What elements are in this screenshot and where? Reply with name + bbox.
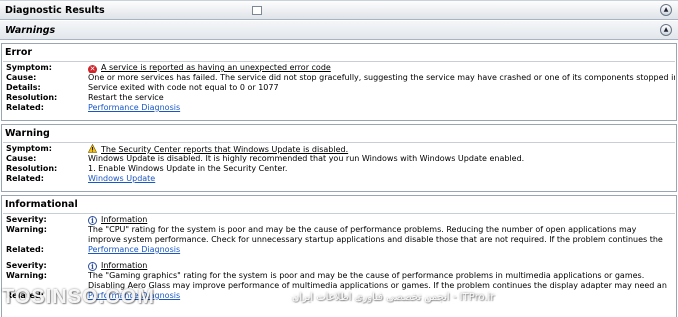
related-label: Related: [6, 245, 44, 254]
symptom-link[interactable]: The Security Center reports that Windows… [101, 145, 348, 154]
cause-row: Cause: Windows Update is disabled. It is… [3, 154, 675, 164]
warning-text: The "Gaming graphics" rating for the sys… [88, 271, 667, 290]
related-label: Related: [6, 174, 44, 183]
warning-label: Warning: [6, 225, 47, 234]
severity-link[interactable]: Information [101, 215, 147, 224]
warning-row: Warning: The "Gaming graphics" rating fo… [3, 271, 675, 291]
resolution-row: Resolution: Restart the service [3, 93, 675, 103]
related-row: Related: Performance Diagnosis [3, 103, 675, 113]
severity-row: Severity: i Information [3, 261, 675, 271]
symptom-row: Symptom: ✕ A service is reported as havin… [3, 63, 675, 73]
warning-icon [88, 144, 97, 153]
window-icon [252, 6, 262, 15]
performance-diagnosis-link[interactable]: Performance Diagnosis [88, 291, 180, 300]
info-icon: i [88, 262, 97, 271]
chevron-up-icon: ▲ [663, 26, 669, 33]
details-text: Service exited with code not equal to 0 … [88, 83, 279, 92]
severity-label: Severity: [6, 261, 47, 270]
resolution-text: 1. Enable Windows Update in the Security… [88, 164, 288, 173]
cause-label: Cause: [6, 154, 37, 163]
details-label: Details: [6, 83, 41, 92]
info-icon: i [88, 216, 97, 225]
resolution-row: Resolution: 1. Enable Windows Update in … [3, 164, 675, 174]
severity-row: Severity: i Information [3, 215, 675, 225]
cause-label: Cause: [6, 73, 37, 82]
header-title: Diagnostic Results [5, 4, 105, 16]
resolution-text: Restart the service [88, 93, 164, 102]
error-icon: ✕ [88, 65, 97, 73]
error-section: Error Symptom: ✕ A service is reported as… [1, 43, 677, 121]
section-title: Warning [5, 128, 50, 139]
severity-link[interactable]: Information [101, 261, 147, 270]
performance-diagnosis-link[interactable]: Performance Diagnosis [88, 103, 180, 112]
diagnostic-results-header: Diagnostic Results ▲ [0, 0, 678, 20]
symptom-link[interactable]: A service is reported as having an unexp… [101, 63, 331, 72]
section-title: Error [5, 47, 33, 58]
subheader-title: Warnings [5, 24, 56, 36]
symptom-row: Symptom: The Security Center reports tha… [3, 144, 675, 154]
severity-label: Severity: [6, 215, 47, 224]
related-label: Related: [6, 291, 44, 300]
warning-row: Warning: The "CPU" rating for the system… [3, 225, 675, 245]
cause-text: Windows Update is disabled. It is highly… [88, 154, 525, 163]
windows-update-link[interactable]: Windows Update [88, 174, 155, 183]
cause-row: Cause: One or more services has failed. … [3, 73, 675, 83]
collapse-header-button[interactable]: ▲ [660, 4, 672, 16]
resolution-label: Resolution: [6, 93, 58, 102]
symptom-label: Symptom: [6, 63, 52, 72]
cause-text: One or more services has failed. The ser… [88, 73, 675, 82]
performance-diagnosis-link[interactable]: Performance Diagnosis [88, 245, 180, 254]
section-title: Informational [5, 199, 78, 210]
related-label: Related: [6, 103, 44, 112]
warning-text: The "CPU" rating for the system is poor … [88, 225, 663, 244]
warning-label: Warning: [6, 271, 47, 280]
related-row: Related: Windows Update [3, 174, 675, 184]
resolution-label: Resolution: [6, 164, 58, 173]
related-row: Related: Performance Diagnosis [3, 245, 675, 255]
informational-section: Informational Severity: i Information War… [1, 195, 677, 317]
collapse-warnings-button[interactable]: ▲ [660, 24, 672, 36]
warnings-subheader: Warnings ▲ [0, 21, 678, 40]
related-row: Related: Performance Diagnosis [3, 291, 675, 301]
chevron-up-icon: ▲ [663, 6, 669, 13]
details-row: Details: Service exited with code not eq… [3, 83, 675, 93]
symptom-label: Symptom: [6, 144, 52, 153]
warning-section: Warning Symptom: The Security Center rep… [1, 124, 677, 192]
